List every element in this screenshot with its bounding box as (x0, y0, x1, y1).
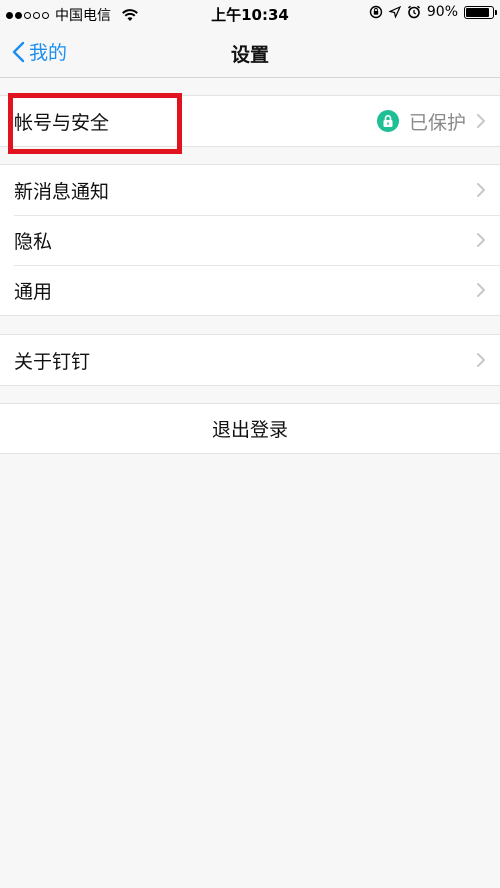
row-new-message-notifications[interactable]: 新消息通知 (0, 165, 500, 215)
status-right: 90% (369, 4, 497, 20)
navigation-bar: 我的 设置 (0, 28, 500, 78)
battery-icon (464, 5, 497, 19)
row-label: 隐私 (14, 230, 53, 253)
row-about-dingtalk[interactable]: 关于钉钉 (0, 335, 500, 385)
battery-percent: 90% (426, 4, 458, 20)
highlight-annotation (8, 93, 182, 154)
status-bar: 中国电信 上午10:34 90% (0, 0, 500, 28)
row-right (476, 335, 486, 385)
settings-screen: 中国电信 上午10:34 90% 我的 设置 帐号与安全 已保护 新消息通知 隐… (0, 0, 500, 888)
page-title: 设置 (230, 44, 269, 66)
row-right (476, 265, 486, 315)
settings-group-general: 新消息通知 隐私 通用 (0, 164, 500, 316)
settings-group-about: 关于钉钉 (0, 334, 500, 386)
row-privacy[interactable]: 隐私 (0, 215, 500, 265)
row-general[interactable]: 通用 (0, 265, 500, 315)
row-right: 已保护 (376, 96, 486, 146)
row-label: 通用 (14, 280, 53, 303)
row-label: 关于钉钉 (14, 350, 91, 373)
row-label: 新消息通知 (14, 180, 110, 203)
alarm-icon (407, 5, 420, 19)
location-icon (388, 6, 401, 18)
row-right (476, 165, 486, 215)
row-right (476, 215, 486, 265)
lock-icon (376, 110, 399, 132)
protection-status: 已保护 (408, 111, 466, 134)
logout-button[interactable]: 退出登录 (0, 403, 500, 454)
chevron-right-icon (477, 283, 485, 297)
chevron-right-icon (477, 233, 485, 247)
chevron-right-icon (477, 114, 485, 128)
chevron-right-icon (477, 353, 485, 367)
rotation-lock-icon (369, 5, 383, 19)
chevron-right-icon (477, 183, 485, 197)
